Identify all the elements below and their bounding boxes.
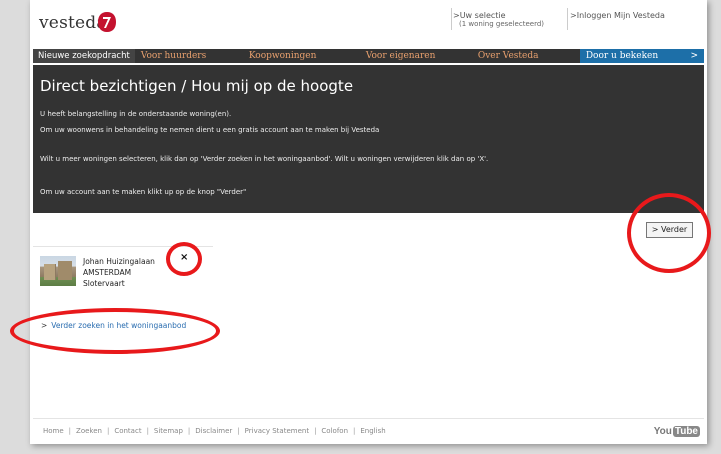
- footer-link-zoeken[interactable]: Zoeken: [76, 427, 102, 435]
- selection-link-label[interactable]: >Uw selectie: [453, 11, 506, 20]
- property-district: Slotervaart: [83, 279, 125, 288]
- highlight-circle: [10, 308, 220, 354]
- nav-door-u-bekeken[interactable]: Door u bekeken >: [579, 49, 704, 63]
- property-city: AMSTERDAM: [83, 268, 132, 277]
- chevron-right-icon: >: [690, 51, 698, 61]
- property-street[interactable]: Johan Huizingalaan: [83, 257, 155, 266]
- youtube-logo-icon[interactable]: You Tube: [654, 426, 700, 437]
- nav-over-vesteda[interactable]: Over Vesteda: [472, 49, 580, 63]
- footer-link-colofon[interactable]: Colofon: [321, 427, 348, 435]
- footer-link-contact[interactable]: Contact: [114, 427, 141, 435]
- highlight-circle: [166, 242, 202, 276]
- main-nav: Nieuwe zoekopdracht Voor huurders Koopwo…: [33, 49, 704, 63]
- header-divider: [451, 8, 452, 30]
- login-link[interactable]: >Inloggen Mijn Vesteda: [570, 11, 665, 20]
- nav-voor-huurders[interactable]: Voor huurders: [135, 49, 243, 63]
- header-divider: [567, 8, 568, 30]
- info-text: Wilt u meer woningen selecteren, klik da…: [40, 155, 489, 163]
- nav-koopwoningen[interactable]: Koopwoningen: [243, 49, 360, 63]
- selection-count: (1 woning geselecteerd): [459, 20, 544, 28]
- footer-link-english[interactable]: English: [360, 427, 385, 435]
- page-frame: vesteda >Uw selectie (1 woning geselecte…: [10, 0, 711, 444]
- nav-voor-eigenaren[interactable]: Voor eigenaren: [360, 49, 472, 63]
- site-footer: Home | Zoeken | Contact | Sitemap | Disclaimer | P…: [33, 418, 704, 440]
- footer-link-disclaimer[interactable]: Disclaimer: [195, 427, 232, 435]
- footer-link-privacy-statement[interactable]: Privacy Statement: [245, 427, 309, 435]
- info-text: Om uw account aan te maken klikt up op d…: [40, 188, 247, 196]
- nav-nieuwe-zoekopdracht[interactable]: Nieuwe zoekopdracht: [33, 49, 135, 63]
- info-panel: Direct bezichtigen / Hou mij op de hoogt…: [33, 65, 704, 213]
- nav-door-u-bekeken-label[interactable]: Door u bekeken: [586, 49, 658, 63]
- info-text: U heeft belangstelling in de onderstaand…: [40, 110, 232, 118]
- footer-link-sitemap[interactable]: Sitemap: [154, 427, 183, 435]
- site-header: vesteda >Uw selectie (1 woning geselecte…: [30, 0, 707, 48]
- selection-link[interactable]: >Uw selectie (1 woning geselecteerd): [453, 11, 544, 29]
- footer-links: Home | Zoeken | Contact | Sitemap | Disclaimer | P…: [43, 427, 386, 435]
- info-text: Om uw woonwens in behandeling te nemen d…: [40, 126, 380, 134]
- highlight-circle: [627, 193, 711, 273]
- property-photo[interactable]: [40, 256, 76, 286]
- page-title: Direct bezichtigen / Hou mij op de hoogt…: [40, 77, 354, 95]
- vesteda-logo-mark-icon[interactable]: [97, 11, 117, 33]
- footer-link-home[interactable]: Home: [43, 427, 64, 435]
